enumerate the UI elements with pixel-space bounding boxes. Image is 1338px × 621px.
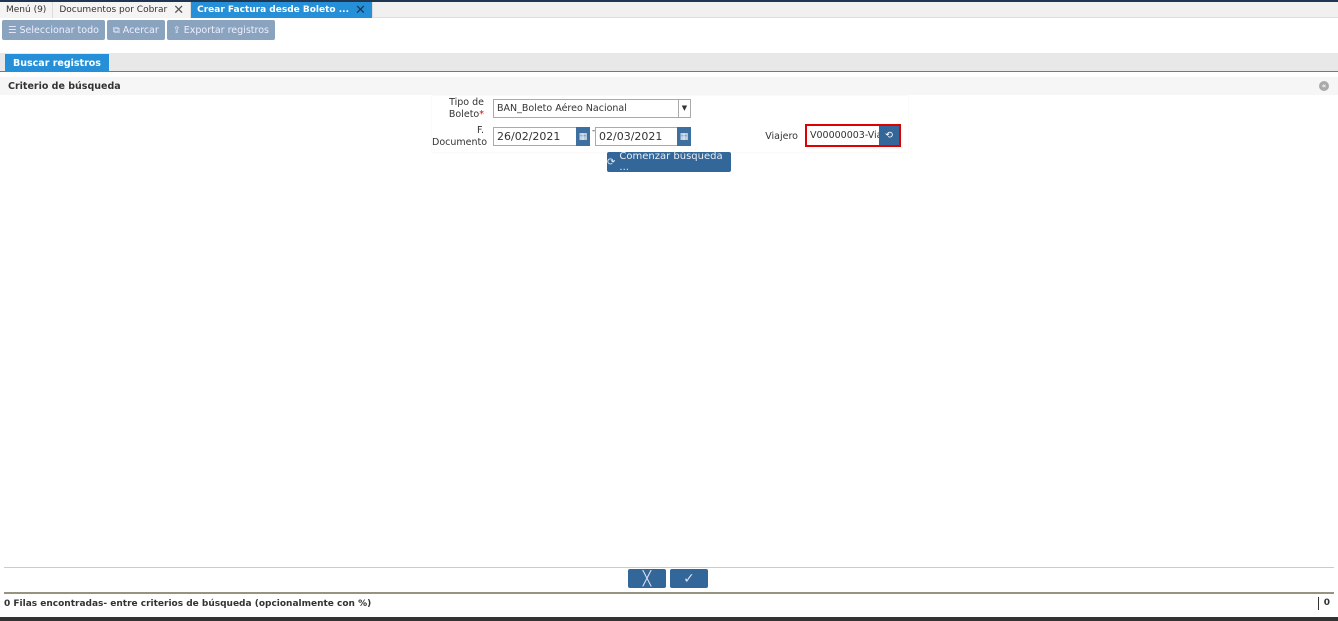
zoom-button[interactable]: ⧉ Acercar xyxy=(106,20,165,40)
chevron-down-icon[interactable]: ▼ xyxy=(678,100,690,117)
export-icon: ⇪ xyxy=(172,24,181,36)
collapse-icon[interactable]: « xyxy=(1319,81,1329,91)
date-to-input[interactable]: 02/03/2021 xyxy=(595,127,679,146)
close-icon[interactable]: ✕ xyxy=(355,3,366,18)
date-from-input[interactable]: 26/02/2021 xyxy=(493,127,577,146)
list-icon: ☰ xyxy=(8,24,17,36)
tab-label: Crear Factura desde Boleto ... xyxy=(197,5,349,15)
tab-search-records[interactable]: Buscar registros xyxy=(5,54,109,72)
label: Comenzar búsqueda ... xyxy=(619,151,723,173)
tab-documentos[interactable]: Documentos por Cobrar ✕ xyxy=(53,2,192,18)
ticket-type-label: Tipo de Boleto* xyxy=(448,97,484,120)
close-icon[interactable]: ✕ xyxy=(173,3,184,18)
ticket-type-select[interactable]: BAN_Boleto Aéreo Nacional ▼ xyxy=(493,99,691,118)
traveler-input[interactable]: V00000003-Viajero ⟲ xyxy=(805,124,901,147)
tab-label: Menú (9) xyxy=(6,5,47,15)
divider xyxy=(4,592,1334,594)
label: Seleccionar todo xyxy=(19,24,99,36)
select-all-button[interactable]: ☰ Seleccionar todo xyxy=(2,20,105,40)
tab-label: Documentos por Cobrar xyxy=(59,5,168,15)
record-count: 0 xyxy=(1317,597,1330,610)
criteria-title: Criterio de búsqueda xyxy=(8,80,121,92)
criteria-header: Criterio de búsqueda « xyxy=(0,77,1338,95)
divider xyxy=(4,567,1334,568)
calendar-icon[interactable]: ▦ xyxy=(576,127,590,146)
selected-value: BAN_Boleto Aéreo Nacional xyxy=(497,103,627,114)
ok-button[interactable]: ✓ xyxy=(670,569,708,588)
tab-crear-factura[interactable]: Crear Factura desde Boleto ... ✕ xyxy=(191,2,373,18)
doc-date-label: F. Documento xyxy=(432,125,488,148)
toolbar: ☰ Seleccionar todo ⧉ Acercar ⇪ Exportar reg… xyxy=(2,20,275,40)
search-lookup-icon[interactable]: ⟲ xyxy=(879,126,899,145)
calendar-icon[interactable]: ▦ xyxy=(677,127,691,146)
label: Acercar xyxy=(122,24,159,36)
export-button[interactable]: ⇪ Exportar registros xyxy=(166,20,275,40)
tab-menu[interactable]: Menú (9) xyxy=(0,2,54,18)
confirm-bar: ╳ ✓ xyxy=(628,569,708,588)
status-text: 0 Filas encontradas- entre criterios de … xyxy=(4,599,372,609)
traveler-label: Viajero xyxy=(765,131,798,142)
refresh-icon: ⟳ xyxy=(607,156,616,168)
search-form: Tipo de Boleto* BAN_Boleto Aéreo Naciona… xyxy=(432,96,908,152)
cancel-button[interactable]: ╳ xyxy=(628,569,666,588)
zoom-icon: ⧉ xyxy=(112,24,120,36)
tab-bar: Menú (9) Documentos por Cobrar ✕ Crear Fa… xyxy=(0,2,1338,18)
start-search-button[interactable]: ⟳ Comenzar búsqueda ... xyxy=(607,151,731,173)
search-tab-strip: Buscar registros xyxy=(0,53,1338,72)
label: Exportar registros xyxy=(183,24,269,36)
bottom-border xyxy=(0,617,1338,621)
